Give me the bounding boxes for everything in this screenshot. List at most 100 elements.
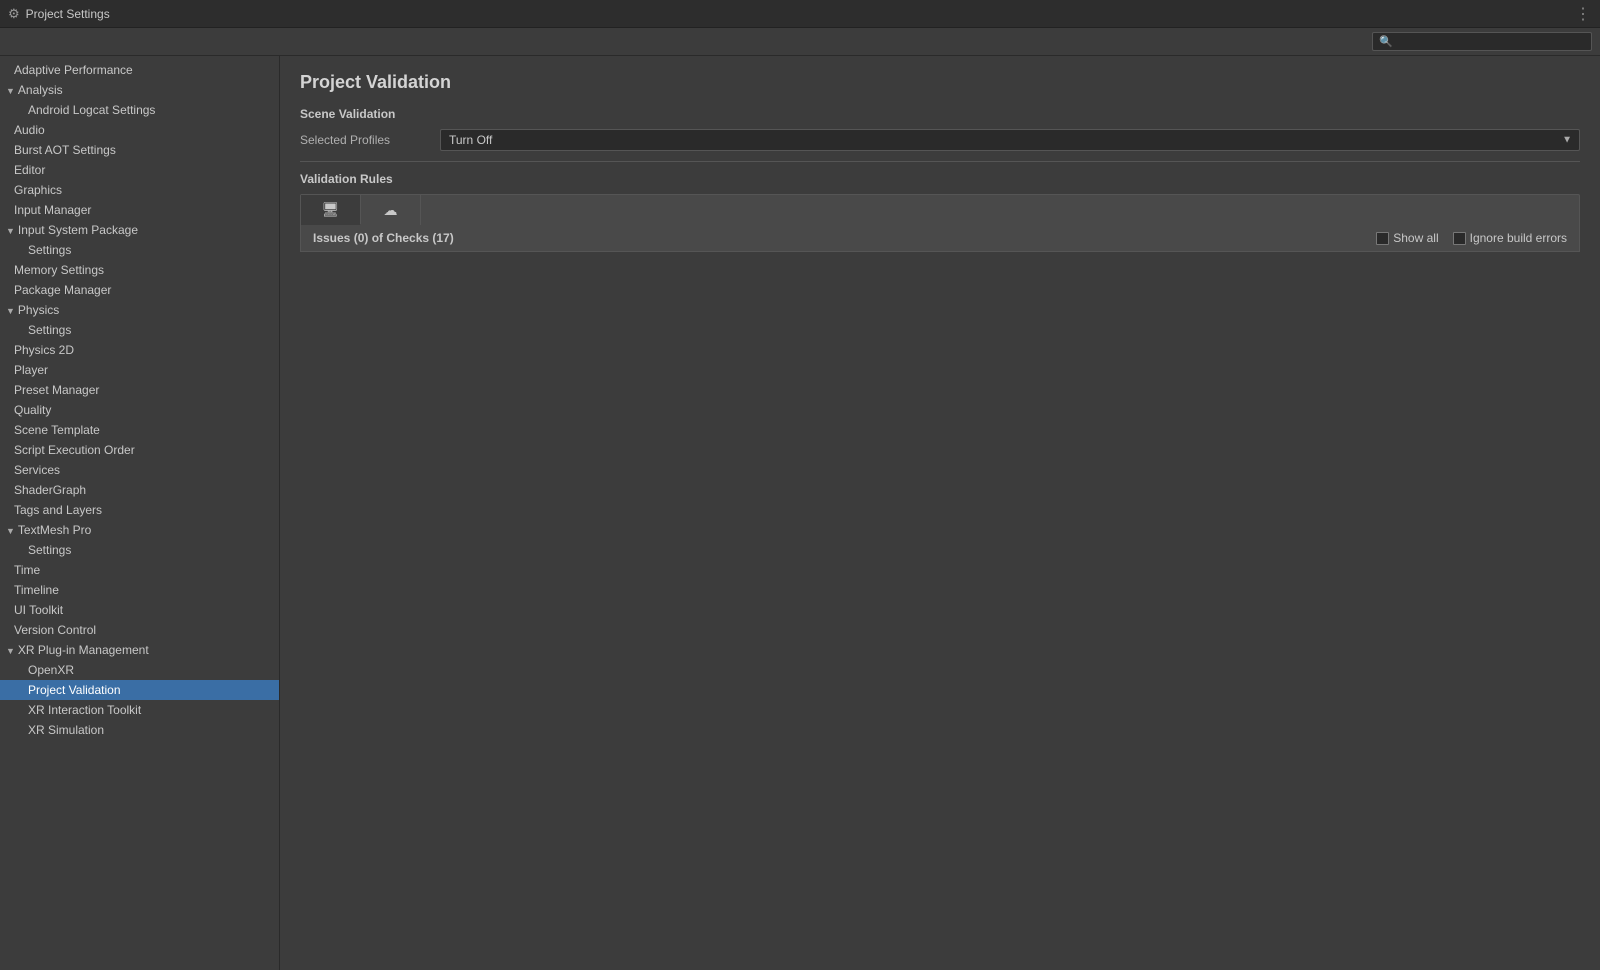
divider <box>300 161 1580 162</box>
sidebar-item-label: Audio <box>14 123 45 137</box>
sidebar-item-shadergraph[interactable]: ShaderGraph <box>0 480 279 500</box>
tab-monitor[interactable]: 🖥 <box>301 195 361 225</box>
show-all-checkbox-row[interactable]: Show all <box>1376 231 1438 245</box>
sidebar-item-label: Quality <box>14 403 51 417</box>
icon-tabs-bar: 🖥 ☁ <box>300 194 1580 225</box>
sidebar-item-label: UI Toolkit <box>14 603 63 617</box>
sidebar-item-ui-toolkit[interactable]: UI Toolkit <box>0 600 279 620</box>
sidebar-item-label: OpenXR <box>28 663 74 677</box>
sidebar-item-version-control[interactable]: Version Control <box>0 620 279 640</box>
selected-profiles-select-wrap[interactable]: Turn Off Option 1 Option 2 ▼ <box>440 129 1580 151</box>
sidebar-item-label: Memory Settings <box>14 263 104 277</box>
sidebar-item-audio[interactable]: Audio <box>0 120 279 140</box>
sidebar-item-label: Input System Package <box>18 223 138 237</box>
sidebar-item-openxr[interactable]: OpenXR <box>0 660 279 680</box>
sidebar-item-label: Graphics <box>14 183 62 197</box>
sidebar-item-label: Input Manager <box>14 203 91 217</box>
sidebar-item-textmesh-pro[interactable]: ▼ TextMesh Pro <box>0 520 279 540</box>
sidebar-item-label: Tags and Layers <box>14 503 102 517</box>
sidebar-item-label: ShaderGraph <box>14 483 86 497</box>
sidebar-item-label: XR Simulation <box>28 723 104 737</box>
ignore-build-errors-label: Ignore build errors <box>1470 231 1567 245</box>
sidebar-item-label: Player <box>14 363 48 377</box>
sidebar-item-label: Package Manager <box>14 283 111 297</box>
search-input[interactable] <box>1397 36 1585 48</box>
sidebar-item-label: Settings <box>28 243 71 257</box>
sidebar-item-label: Physics 2D <box>14 343 74 357</box>
sidebar-item-label: Script Execution Order <box>14 443 135 457</box>
sidebar-item-label: Android Logcat Settings <box>28 103 155 117</box>
sidebar-item-label: XR Plug-in Management <box>18 643 149 657</box>
sidebar-item-scene-template[interactable]: Scene Template <box>0 420 279 440</box>
show-all-checkbox[interactable] <box>1376 232 1389 245</box>
sidebar-item-label: Settings <box>28 323 71 337</box>
selected-profiles-label: Selected Profiles <box>300 133 440 147</box>
sidebar-item-xr-simulation[interactable]: XR Simulation <box>0 720 279 740</box>
sidebar-item-label: Time <box>14 563 40 577</box>
show-all-label: Show all <box>1393 231 1438 245</box>
search-wrap: 🔍 <box>1372 32 1592 51</box>
sidebar-item-burst-aot-settings[interactable]: Burst AOT Settings <box>0 140 279 160</box>
sidebar-item-adaptive-performance[interactable]: Adaptive Performance <box>0 60 279 80</box>
sidebar-item-input-system-settings[interactable]: Settings <box>0 240 279 260</box>
gear-icon: ⚙ <box>8 6 20 22</box>
main-layout: Adaptive Performance ▼ Analysis Android Lo… <box>0 56 1600 970</box>
scene-validation-label: Scene Validation <box>300 107 1580 121</box>
selected-profiles-select[interactable]: Turn Off Option 1 Option 2 <box>440 129 1580 151</box>
search-icon: 🔍 <box>1379 35 1393 48</box>
sidebar-item-services[interactable]: Services <box>0 460 279 480</box>
sidebar-item-package-manager[interactable]: Package Manager <box>0 280 279 300</box>
sidebar-item-memory-settings[interactable]: Memory Settings <box>0 260 279 280</box>
sidebar-item-label: Timeline <box>14 583 59 597</box>
sidebar-item-physics-2d[interactable]: Physics 2D <box>0 340 279 360</box>
ignore-build-errors-checkbox-row[interactable]: Ignore build errors <box>1453 231 1567 245</box>
sidebar-item-label: XR Interaction Toolkit <box>28 703 141 717</box>
sidebar-item-label: Burst AOT Settings <box>14 143 116 157</box>
sidebar-item-label: Settings <box>28 543 71 557</box>
issues-bar: Issues (0) of Checks (17) Show all Ignor… <box>300 225 1580 252</box>
sidebar-item-label: Physics <box>18 303 59 317</box>
sidebar-item-label: Preset Manager <box>14 383 99 397</box>
sidebar-item-label: Editor <box>14 163 45 177</box>
ignore-build-errors-checkbox[interactable] <box>1453 232 1466 245</box>
sidebar-item-xr-plug-in-management[interactable]: ▼ XR Plug-in Management <box>0 640 279 660</box>
validation-rules-label: Validation Rules <box>300 172 1580 186</box>
sidebar-item-label: Services <box>14 463 60 477</box>
tab-cloud[interactable]: ☁ <box>361 195 421 225</box>
sidebar-item-player[interactable]: Player <box>0 360 279 380</box>
sidebar-item-label: Project Validation <box>28 683 121 697</box>
sidebar-item-quality[interactable]: Quality <box>0 400 279 420</box>
issues-controls: Show all Ignore build errors <box>1376 231 1567 245</box>
sidebar: Adaptive Performance ▼ Analysis Android Lo… <box>0 56 280 970</box>
sidebar-item-textmesh-settings[interactable]: Settings <box>0 540 279 560</box>
menu-dots-button[interactable]: ⋮ <box>1575 4 1592 24</box>
sidebar-item-timeline[interactable]: Timeline <box>0 580 279 600</box>
sidebar-item-physics[interactable]: ▼ Physics <box>0 300 279 320</box>
selected-profiles-row: Selected Profiles Turn Off Option 1 Opti… <box>300 129 1580 151</box>
sidebar-item-label: Adaptive Performance <box>14 63 133 77</box>
sidebar-item-script-execution-order[interactable]: Script Execution Order <box>0 440 279 460</box>
cloud-icon: ☁ <box>384 202 398 219</box>
content-panel: Project Validation Scene Validation Sele… <box>280 56 1600 970</box>
sidebar-item-label: Analysis <box>18 83 63 97</box>
monitor-icon: 🖥 <box>322 201 340 218</box>
issues-label: Issues (0) of Checks (17) <box>313 231 454 245</box>
title-bar-text: Project Settings <box>26 7 110 21</box>
sidebar-item-xr-interaction-toolkit[interactable]: XR Interaction Toolkit <box>0 700 279 720</box>
sidebar-item-tags-and-layers[interactable]: Tags and Layers <box>0 500 279 520</box>
sidebar-item-label: Version Control <box>14 623 96 637</box>
sidebar-item-android-logcat-settings[interactable]: Android Logcat Settings <box>0 100 279 120</box>
sidebar-item-physics-settings[interactable]: Settings <box>0 320 279 340</box>
sidebar-item-input-manager[interactable]: Input Manager <box>0 200 279 220</box>
sidebar-item-analysis[interactable]: ▼ Analysis <box>0 80 279 100</box>
sidebar-item-time[interactable]: Time <box>0 560 279 580</box>
sidebar-item-input-system-package[interactable]: ▼ Input System Package <box>0 220 279 240</box>
sidebar-item-editor[interactable]: Editor <box>0 160 279 180</box>
sidebar-item-project-validation[interactable]: Project Validation <box>0 680 279 700</box>
sidebar-item-graphics[interactable]: Graphics <box>0 180 279 200</box>
sidebar-item-label: Scene Template <box>14 423 100 437</box>
title-bar: ⚙ Project Settings ⋮ <box>0 0 1600 28</box>
panel-title: Project Validation <box>300 72 1580 93</box>
sidebar-item-preset-manager[interactable]: Preset Manager <box>0 380 279 400</box>
sidebar-item-label: TextMesh Pro <box>18 523 91 537</box>
